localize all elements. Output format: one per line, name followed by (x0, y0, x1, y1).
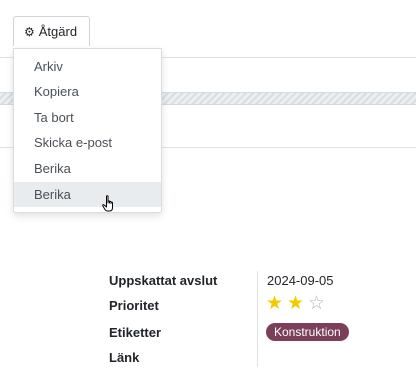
action-button-label: Åtgärd (38, 24, 78, 39)
action-dropdown-button[interactable]: ⚙ Åtgärd (13, 16, 90, 46)
menu-item-enrich[interactable]: Berika (14, 156, 161, 181)
link-label: Länk (109, 350, 140, 365)
tags-label: Etiketter (109, 325, 162, 340)
deadline-label: Uppskattat avslut (109, 273, 218, 288)
action-dropdown-menu: Arkiv Kopiera Ta bort Skicka e-post Beri… (13, 48, 162, 213)
priority-star-2-icon[interactable]: ★ (287, 294, 304, 313)
hand-pointer-cursor-icon (102, 195, 113, 212)
menu-item-copy[interactable]: Kopiera (14, 79, 161, 104)
field-divider (257, 271, 258, 367)
deadline-value[interactable]: 2024-09-05 (267, 273, 334, 288)
priority-label: Prioritet (109, 298, 159, 313)
priority-star-3-icon[interactable]: ☆ (308, 294, 325, 313)
gear-icon: ⚙ (24, 24, 35, 39)
menu-item-delete[interactable]: Ta bort (14, 105, 161, 130)
tag-badge[interactable]: Konstruktion (266, 323, 349, 341)
priority-star-1-icon[interactable]: ★ (266, 294, 283, 313)
menu-item-send-email[interactable]: Skicka e-post (14, 130, 161, 155)
menu-item-archive[interactable]: Arkiv (14, 54, 161, 79)
menu-item-enrich-highlighted[interactable]: Berika (14, 182, 161, 207)
